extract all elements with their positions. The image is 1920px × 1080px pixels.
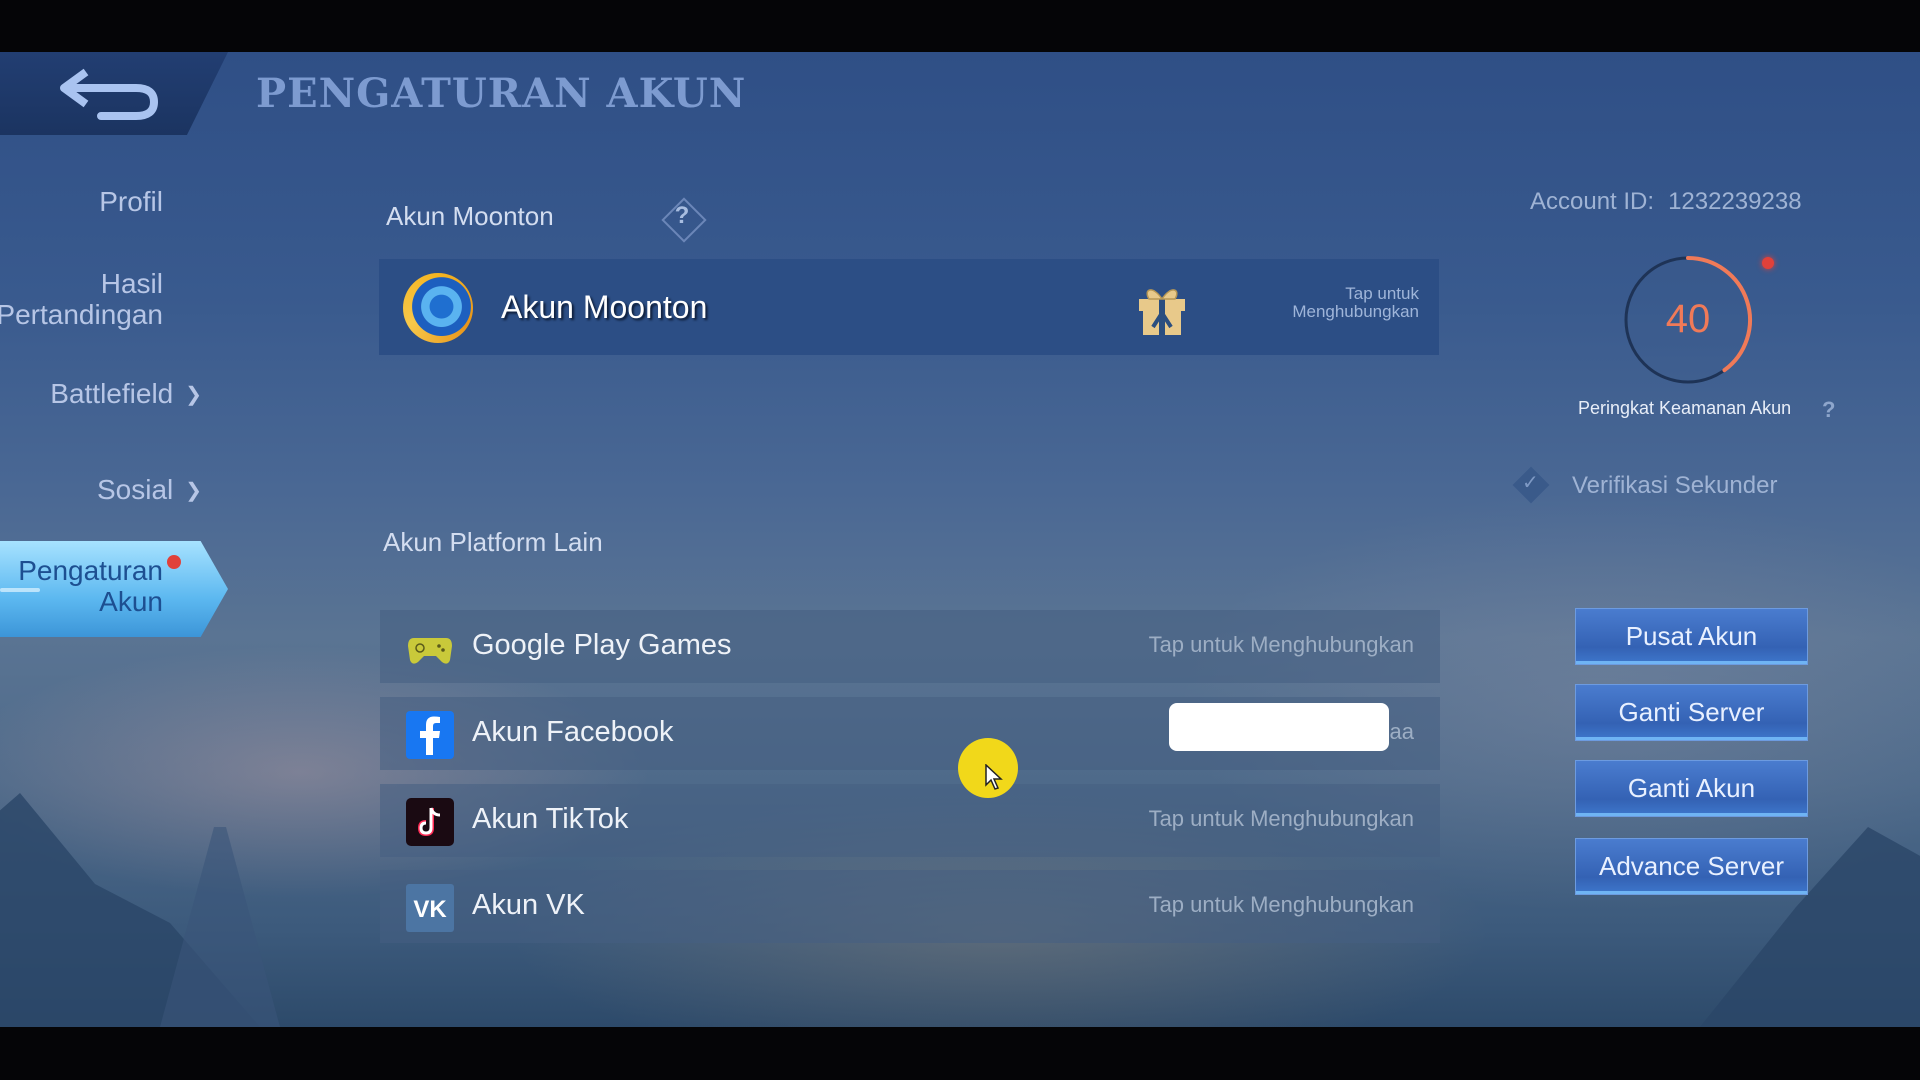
mouse-pointer-icon xyxy=(985,764,1003,790)
back-arrow-icon xyxy=(60,68,159,120)
account-id-value: 1232239238 xyxy=(1668,188,1802,215)
sidebar-item-label: Hasil Pertandingan xyxy=(0,268,163,330)
question-icon: ? xyxy=(674,202,690,229)
moonton-connect-hint: Tap untuk Menghubungkan xyxy=(1292,284,1419,321)
sidebar-item-label: Profil xyxy=(99,186,163,217)
account-center-button[interactable]: Pusat Akun xyxy=(1575,608,1808,665)
sidebar-item-label: Pengaturan Akun xyxy=(18,555,163,617)
security-help-icon[interactable]: ? xyxy=(1822,397,1835,423)
connect-hint: Tap untuk Menghubungkan xyxy=(1148,892,1414,917)
moonton-account-card[interactable]: Akun Moonton Tap untuk Menghubungkan xyxy=(379,259,1439,355)
page-title: PENGATURAN AKUN xyxy=(256,70,747,117)
sidebar-item-label: Battlefield xyxy=(50,378,174,409)
letterbox-top xyxy=(0,0,1920,52)
sidebar-item-battlefield[interactable]: Battlefield ❯ xyxy=(50,378,202,411)
gamepad-icon xyxy=(408,638,452,664)
facebook-icon xyxy=(406,711,454,759)
moonton-help-button[interactable]: ? xyxy=(660,196,707,243)
moonton-account-name: Akun Moonton xyxy=(501,289,708,325)
platform-name: Akun Facebook xyxy=(472,716,674,748)
svg-text:VK: VK xyxy=(413,896,447,923)
platform-row-tiktok[interactable]: Akun TikTok Tap untuk Menghubungkan xyxy=(380,784,1440,857)
platform-row-google-play[interactable]: Google Play Games Tap untuk Menghubungka… xyxy=(380,610,1440,683)
sidebar-item-sosial[interactable]: Sosial ❯ xyxy=(97,474,202,507)
chevron-down-icon: ❯ xyxy=(185,480,202,503)
moonton-section-label: Akun Moonton xyxy=(386,201,554,231)
connect-hint: Tap untuk Menghubungkan xyxy=(1148,632,1414,657)
platform-name: Akun VK xyxy=(472,889,585,921)
account-id-label: Account ID: xyxy=(1530,188,1655,215)
redaction-box xyxy=(1169,703,1389,751)
tower-silhouette xyxy=(160,827,280,1027)
vk-icon: VK xyxy=(406,884,454,932)
connect-hint: aa xyxy=(1389,719,1414,744)
change-server-button[interactable]: Ganti Server xyxy=(1575,684,1808,741)
connect-hint: Tap untuk Menghubungkan xyxy=(1148,806,1414,831)
tiktok-icon xyxy=(406,798,454,846)
sidebar-item-profil[interactable]: Profil xyxy=(99,186,163,217)
platform-name: Google Play Games xyxy=(472,629,732,661)
letterbox-bottom xyxy=(0,1027,1920,1080)
platform-row-vk[interactable]: VK Akun VK Tap untuk Menghubungkan xyxy=(380,870,1440,943)
sidebar-item-label: Sosial xyxy=(96,474,174,505)
verification-label: Verifikasi Sekunder xyxy=(1572,472,1778,499)
moonton-logo-icon xyxy=(403,273,473,343)
advance-server-button[interactable]: Advance Server xyxy=(1575,838,1808,895)
platform-name: Akun TikTok xyxy=(472,803,629,835)
security-rating-label: Peringkat Keamanan Akun xyxy=(1578,398,1792,418)
notification-dot xyxy=(167,555,181,569)
gift-icon xyxy=(1139,289,1185,335)
security-score: 40 xyxy=(1665,297,1711,341)
chevron-down-icon: ❯ xyxy=(185,384,202,407)
checkmark-icon: ✓ xyxy=(1522,472,1539,494)
sidebar-item-pengaturan-akun[interactable]: Pengaturan Akun xyxy=(0,541,228,637)
account-id: Account ID: 1232239238 xyxy=(1530,188,1802,216)
notification-dot xyxy=(1762,257,1774,269)
sidebar-item-hasil-pertandingan[interactable]: Hasil Pertandingan xyxy=(0,268,163,330)
other-platforms-label: Akun Platform Lain xyxy=(383,527,603,557)
switch-account-button[interactable]: Ganti Akun xyxy=(1575,760,1808,817)
